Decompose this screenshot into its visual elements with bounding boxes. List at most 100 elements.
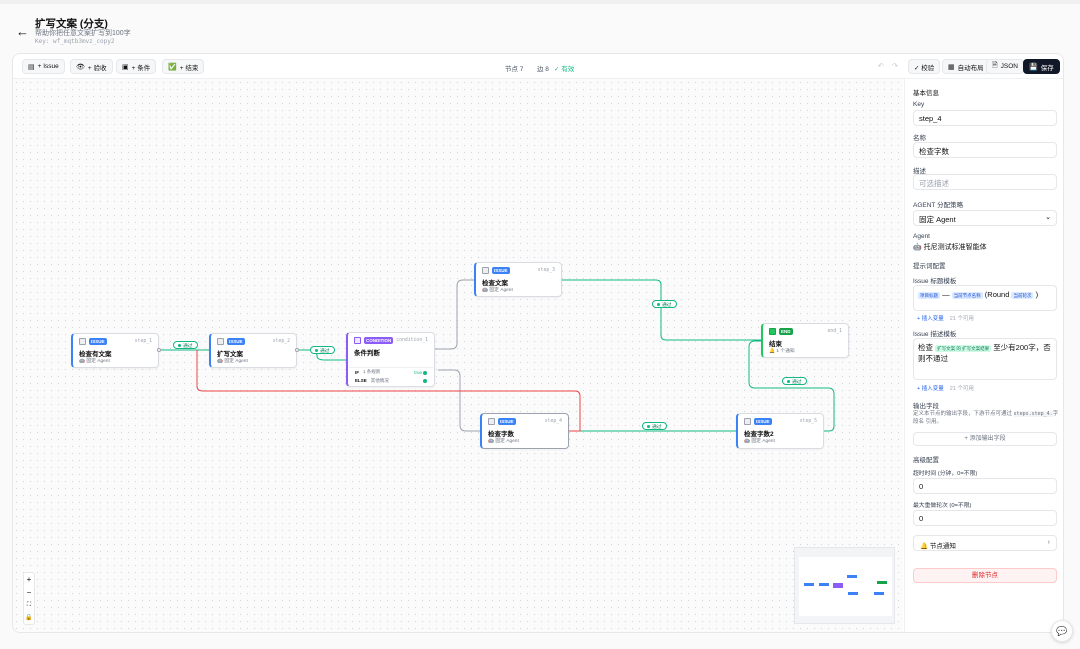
key-field[interactable]: step_4 (913, 110, 1057, 126)
edge-label-pass: 通过 (173, 341, 198, 349)
timeout-label: 超时时间 (分钟，0=不限) (913, 471, 978, 477)
minimap-node (874, 592, 884, 595)
agent-label: Agent (913, 233, 930, 240)
add-end-button[interactable]: ✅ + 结束 (162, 59, 205, 74)
add-output-field-button[interactable]: + 添加输出字段 (913, 432, 1057, 446)
output-handle[interactable] (295, 348, 299, 352)
node-step-4-selected[interactable]: ISSUE step_4 检查字数 🤖 固定 Agent (480, 413, 569, 449)
minimap[interactable] (794, 547, 895, 624)
output-handle[interactable] (157, 348, 161, 352)
edge-cond-step4 (438, 369, 480, 432)
save-icon: 💾 (1029, 63, 1038, 71)
minimap-node (833, 583, 843, 588)
agent-strategy-select[interactable]: 固定 Agent ⌄ (913, 210, 1057, 226)
redo-icon[interactable]: ↷ (892, 62, 898, 70)
page-header: ← 扩写文案 (分支) 帮助你把任意文案扩写到100字 Key: wf_mqtb… (0, 4, 1080, 52)
issue-desc-template-label: Issue 描述模板 (913, 331, 957, 338)
file-icon: 🗎 (992, 62, 998, 69)
minimap-node (847, 575, 857, 578)
node-step-1[interactable]: ISSUE step_1 检查有文案 🤖 固定 Agent (71, 333, 159, 368)
name-label: 名称 (913, 135, 926, 142)
valid-status: ✓ 有效 (554, 66, 575, 73)
insert-variable-link[interactable]: + 插入变量 21 个可用 (917, 314, 974, 322)
workflow-key: Key: wf_mqtb3mvz_copy2 (35, 38, 115, 45)
edge-label-pass: 通过 (782, 377, 807, 385)
issue-icon (79, 338, 86, 345)
lock-icon[interactable]: 🔒 (24, 612, 34, 625)
condition-else-row: ELSE 其他情况 (349, 376, 433, 385)
add-issue-button[interactable]: ▤ + Issue (22, 59, 65, 74)
fit-view-icon[interactable]: ⛶ (24, 599, 34, 612)
auto-layout-button[interactable]: ▦ 自动布局 (942, 59, 990, 74)
agent-value: 🤖 托尼测试标准智能体 (913, 244, 987, 251)
bell-icon: 🔔 (920, 543, 929, 550)
issue-icon (744, 418, 751, 425)
description-field[interactable]: 可选描述 (913, 174, 1057, 190)
validate-button[interactable]: ✓ 校验 (908, 59, 941, 74)
eye-icon: 👁 (76, 63, 85, 71)
workflow-canvas[interactable]: 通过 通过 通过 通过 通过 ISSUE step_1 检查有文案 🤖 固定 A… (13, 79, 903, 632)
save-button[interactable]: 💾 保存 (1023, 59, 1060, 74)
properties-panel: 基本信息 Key step_4 名称 检查字数 描述 可选描述 AGENT 分配… (904, 79, 1063, 632)
minimap-node (804, 583, 814, 586)
edge-count: 边 8 (537, 66, 549, 73)
condition-icon: ▣ (122, 63, 129, 71)
check-box-icon: ✅ (168, 63, 177, 71)
node-step-5[interactable]: ISSUE step_5 检查字数2 🤖 固定 Agent (736, 413, 824, 449)
minimap-node (819, 583, 829, 586)
undo-icon[interactable]: ↶ (878, 62, 884, 70)
zoom-out-icon[interactable]: − (24, 586, 34, 599)
node-step-3[interactable]: ISSUE step_3 检查文案 🤖 固定 Agent (474, 262, 562, 297)
robot-icon: 🤖 (913, 244, 922, 251)
json-button[interactable]: 🗎 JSON (986, 59, 1024, 74)
issue-desc-template-field[interactable]: 检查 扩写文案 的 扩写文案结果 至少有200字，否则不通过 (913, 338, 1057, 380)
node-step-2[interactable]: ISSUE step_2 扩写文案 🤖 固定 Agent (209, 333, 297, 368)
advanced-config-heading: 高级配置 (913, 457, 939, 464)
output-fields-heading: 输出字段 (913, 403, 939, 410)
editor-toolbar: ▤ + Issue 👁 + 验收 ▣ + 条件 ✅ + 结束 节点 7 边 8 ✓ 有效… (13, 54, 1063, 79)
add-review-button[interactable]: 👁 + 验收 (70, 59, 113, 74)
minimap-viewport (799, 557, 892, 616)
max-rounds-label: 最大重做轮次 (0=不限) (913, 503, 972, 509)
basic-info-heading: 基本信息 (913, 90, 939, 97)
edge-cond-step3 (434, 279, 474, 350)
insert-variable-link[interactable]: + 插入变量 21 个可用 (917, 384, 974, 392)
edge-label-pass: 通过 (310, 346, 335, 354)
node-notify-row[interactable]: 🔔 节点通知 › (913, 535, 1057, 551)
issue-icon (482, 267, 489, 274)
layout-icon: ▦ (948, 63, 955, 71)
edge-step3-end (562, 279, 761, 341)
name-field[interactable]: 检查字数 (913, 142, 1057, 158)
chevron-right-icon: › (1047, 539, 1050, 546)
key-label: Key (913, 101, 925, 108)
timeout-field[interactable]: 0 (913, 478, 1057, 494)
node-count: 节点 7 (505, 66, 524, 73)
condition-icon (354, 337, 361, 344)
chat-bubble-icon[interactable]: 💬 (1051, 620, 1073, 642)
workflow-subtitle: 帮助你把任意文案扩写到100字 (35, 30, 131, 37)
zoom-controls: + − ⛶ 🔒 (23, 572, 35, 625)
check-icon (769, 328, 776, 335)
editor-frame: ▤ + Issue 👁 + 验收 ▣ + 条件 ✅ + 结束 节点 7 边 8 ✓ 有效… (12, 53, 1064, 633)
minimap-node (848, 592, 858, 595)
edge-label-pass: 通过 (642, 422, 667, 430)
agent-strategy-label: AGENT 分配策略 (913, 202, 964, 209)
edge-label-pass: 通过 (652, 300, 677, 308)
delete-node-button[interactable]: 删除节点 (913, 568, 1057, 583)
output-fields-hint: 定义本节点的输出字段，下游节点可通过 steps.step_4.字段名 引用。 (913, 411, 1059, 425)
add-condition-button[interactable]: ▣ + 条件 (116, 59, 157, 74)
back-arrow-icon[interactable]: ← (16, 24, 29, 39)
zoom-in-icon[interactable]: + (24, 573, 34, 586)
prompt-config-heading: 提示词配置 (913, 263, 946, 270)
issue-icon (488, 418, 495, 425)
max-rounds-field[interactable]: 0 (913, 510, 1057, 526)
issue-title-template-field[interactable]: 项目标题 — 当前节点名称 (Round 当前轮次 ) (913, 285, 1057, 311)
issue-title-template-label: Issue 标题模板 (913, 278, 957, 285)
node-end-1[interactable]: END end_1 结束 🔔 1 个通知 (761, 323, 849, 358)
minimap-node (877, 581, 887, 584)
chevron-down-icon: ⌄ (1045, 214, 1051, 221)
issue-icon: ▤ (28, 63, 35, 71)
issue-icon (217, 338, 224, 345)
node-condition-1[interactable]: CONDITION condition_1 条件判断 IF 1 条规则 true E… (346, 332, 435, 387)
condition-if-row: IF 1 条规则 true (349, 367, 433, 376)
